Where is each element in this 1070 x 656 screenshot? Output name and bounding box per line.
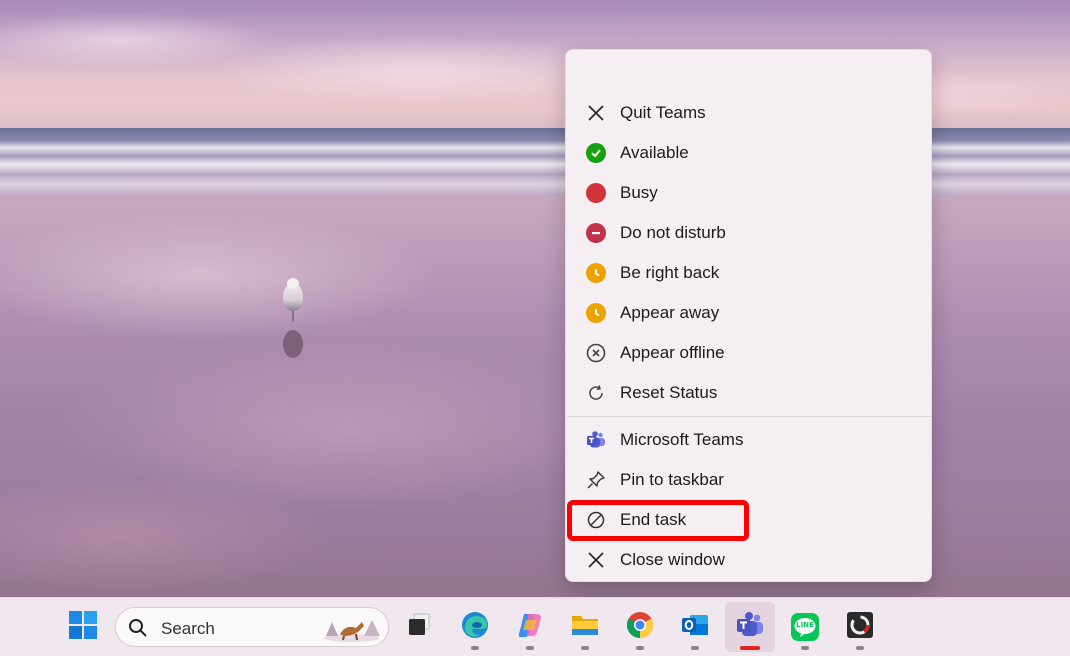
menu-item-label: Close window [620,550,725,569]
available-status-icon [586,143,606,163]
teams-icon [586,430,606,450]
menu-separator [567,416,932,417]
menu-item-label: Do not disturb [620,223,726,242]
running-indicator [581,646,589,650]
folder-icon [570,610,600,645]
busy-status-icon [586,183,606,203]
menu-item-reset-status[interactable]: Reset Status [574,375,925,411]
reset-icon [586,383,606,403]
search-highlight-illustration-icon [322,612,382,647]
menu-item-appear-away[interactable]: Appear away [574,295,925,331]
menu-item-appear-offline[interactable]: Appear offline [574,335,925,371]
do-not-disturb-icon [586,223,606,243]
end-task-icon [586,510,606,530]
pin-icon [586,470,606,490]
running-indicator [691,646,699,650]
menu-item-label: Be right back [620,263,720,282]
appear-offline-icon [586,343,606,363]
taskbar-app-chrome[interactable] [615,602,665,652]
task-view-icon [405,611,433,644]
menu-item-label: Available [620,143,689,162]
running-indicator [526,646,534,650]
be-right-back-icon [586,263,606,283]
chrome-icon [625,610,655,645]
menu-item-close-window[interactable]: Close window [574,542,925,578]
menu-item-available[interactable]: Available [574,135,925,171]
menu-item-label: Appear offline [620,343,725,362]
menu-item-label: Reset Status [620,383,718,402]
close-icon [586,550,606,570]
edge-icon [460,610,490,645]
menu-item-microsoft-teams[interactable]: Microsoft Teams [574,422,925,458]
taskbar-app-line[interactable]: LINE [780,602,830,652]
taskbar-app-recorder[interactable] [835,602,885,652]
running-indicator-active [740,646,760,650]
task-view-button[interactable] [394,602,444,652]
menu-item-quit-teams[interactable]: Quit Teams [574,95,925,131]
appear-away-icon [586,303,606,323]
copilot-icon [515,610,545,645]
seagull-reflection [283,330,303,358]
menu-item-be-right-back[interactable]: Be right back [574,255,925,291]
line-icon: LINE [790,612,820,642]
seagull-head [287,278,299,289]
taskbar-app-teams[interactable] [725,602,775,652]
recorder-icon [845,610,875,645]
running-indicator [856,646,864,650]
menu-item-label: Busy [620,183,658,202]
menu-item-label: End task [620,510,687,529]
running-indicator [636,646,644,650]
taskbar-app-file-explorer[interactable] [560,602,610,652]
menu-item-label: Microsoft Teams [620,430,744,449]
menu-item-label: Appear away [620,303,720,322]
menu-item-pin-to-taskbar[interactable]: Pin to taskbar [574,462,925,498]
menu-item-label: Pin to taskbar [620,470,724,489]
outlook-icon [680,610,710,645]
search-placeholder: Search [161,619,215,638]
running-indicator [471,646,479,650]
close-icon [586,103,606,123]
menu-item-end-task[interactable]: End task [574,502,925,538]
windows-logo-icon [68,610,98,645]
running-indicator [801,646,809,650]
taskbar-app-copilot[interactable] [505,602,555,652]
search-icon [128,618,148,643]
line-icon-text: LINE [796,621,814,629]
menu-item-busy[interactable]: Busy [574,175,925,211]
start-button[interactable] [58,602,108,652]
menu-item-do-not-disturb[interactable]: Do not disturb [574,215,925,251]
teams-icon [735,610,765,645]
teams-jump-list-menu: Quit Teams Available Busy Do not disturb [565,49,932,582]
seagull-legs [292,310,294,322]
taskbar-app-outlook[interactable] [670,602,720,652]
taskbar-app-edge[interactable] [450,602,500,652]
menu-item-label: Quit Teams [620,103,706,122]
